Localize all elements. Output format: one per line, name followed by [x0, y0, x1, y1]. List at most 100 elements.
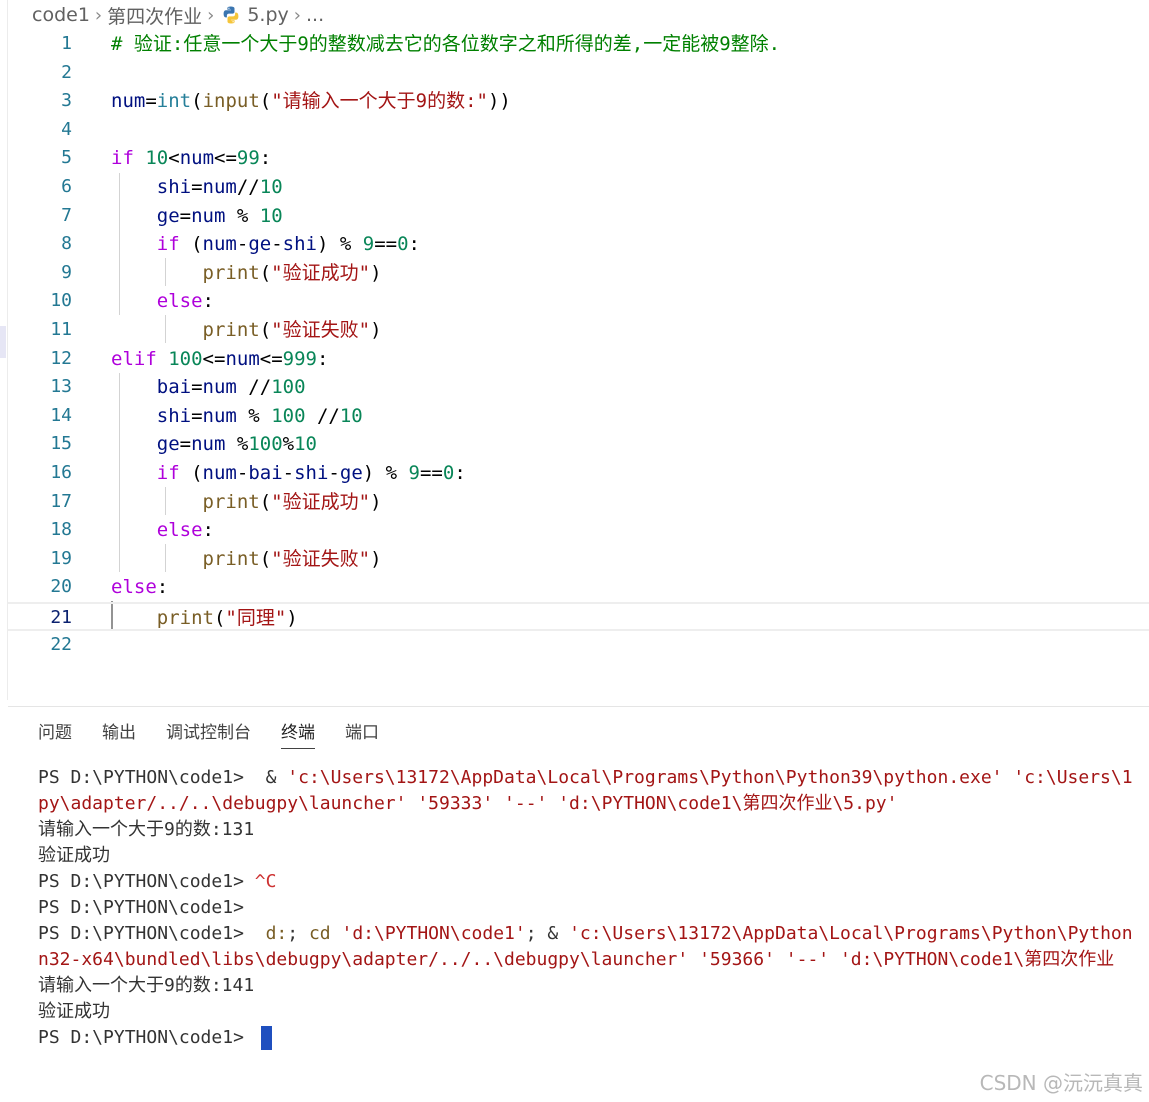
- code-token: shi: [282, 233, 317, 256]
- code-token: <=: [202, 347, 226, 370]
- code-token: ge: [111, 204, 180, 227]
- code-token: "验证成功": [271, 261, 371, 284]
- code-token: -: [236, 462, 249, 484]
- terminal-segment: ;: [287, 923, 309, 944]
- code-line[interactable]: 18 else:: [8, 516, 1149, 545]
- code-token: :: [454, 462, 466, 484]
- terminal-output[interactable]: PS D:\PYTHON\code1> & 'c:\Users\13172\Ap…: [38, 765, 1149, 1051]
- code-editor[interactable]: 1 # 验证:任意一个大于9的整数减去它的各位数字之和所得的差,一定能被9整除. 2…: [8, 30, 1149, 700]
- code-line[interactable]: 4: [8, 116, 1149, 145]
- terminal-segment: PS D:\PYTHON\code1>: [38, 1027, 255, 1048]
- code-line[interactable]: 20 else:: [8, 573, 1149, 602]
- code-line[interactable]: 2: [8, 59, 1149, 88]
- line-number: 6: [61, 176, 72, 197]
- terminal-segment: PS D:\PYTHON\code1>: [38, 923, 266, 944]
- line-number: 10: [50, 290, 72, 312]
- code-line[interactable]: 19 print("验证失败"): [8, 545, 1149, 574]
- tab-problems[interactable]: 问题: [38, 721, 72, 749]
- code-text: else:: [111, 516, 214, 545]
- terminal-segment: &: [265, 767, 288, 788]
- code-line[interactable]: 9 print("验证成功"): [8, 259, 1149, 288]
- code-text: ge=num % 10: [111, 202, 283, 231]
- code-token: (: [259, 319, 272, 341]
- code-line[interactable]: 14 shi=num % 100 //10: [8, 402, 1149, 431]
- code-line[interactable]: 22: [8, 631, 1149, 660]
- terminal-segment: py\adapter/../..\debugpy\launcher': [38, 793, 407, 814]
- code-token: "验证失败": [271, 319, 371, 341]
- terminal-segment: n32-x64\bundled\libs\debugpy\adapter/../…: [38, 949, 689, 970]
- code-line[interactable]: 21 print("同理"): [8, 602, 1149, 631]
- code-text: print("验证失败"): [111, 545, 382, 574]
- terminal-segment: 'd:\PYTHON\code1\第四次作业: [839, 949, 1115, 970]
- code-token: ==: [419, 462, 443, 484]
- terminal-line: py\adapter/../..\debugpy\launcher' '5933…: [38, 791, 1149, 817]
- code-line[interactable]: 6 shi=num//10: [8, 173, 1149, 202]
- code-token: (: [259, 90, 272, 113]
- code-token: 999: [282, 347, 317, 370]
- code-token: 100: [248, 433, 283, 456]
- terminal-line: PS D:\PYTHON\code1>: [38, 1025, 1149, 1051]
- line-number: 5: [61, 147, 72, 169]
- code-token: "验证失败": [271, 547, 371, 570]
- code-token: num: [202, 376, 237, 399]
- tab-terminal[interactable]: 终端: [281, 721, 315, 749]
- editor-left-edge: [0, 0, 8, 700]
- code-token: if: [111, 462, 180, 484]
- breadcrumb-item-code1[interactable]: code1: [32, 4, 90, 26]
- code-line[interactable]: 5 if 10<num<=99:: [8, 144, 1149, 173]
- code-line[interactable]: 7 ge=num % 10: [8, 202, 1149, 231]
- code-token: (: [259, 547, 272, 570]
- terminal-segment: '59366': [699, 949, 775, 970]
- code-token: input: [202, 90, 260, 113]
- code-line[interactable]: 3 num=int(input("请输入一个大于9的数:")): [8, 87, 1149, 116]
- code-token: 99: [236, 147, 260, 170]
- terminal-segment: 请输入一个大于9的数:131: [38, 819, 255, 840]
- python-icon: [223, 6, 239, 24]
- terminal-line: PS D:\PYTHON\code1> d:; cd 'd:\PYTHON\co…: [38, 921, 1149, 947]
- code-line[interactable]: 1 # 验证:任意一个大于9的整数减去它的各位数字之和所得的差,一定能被9整除.: [8, 30, 1149, 59]
- code-token: (: [259, 490, 272, 513]
- breadcrumb: code1 › 第四次作业 › 5.py › ...: [32, 2, 324, 28]
- terminal-segment: PS D:\PYTHON\code1>: [38, 897, 244, 918]
- tab-output[interactable]: 输出: [102, 721, 136, 749]
- code-line[interactable]: 10 else:: [8, 287, 1149, 316]
- terminal-line: PS D:\PYTHON\code1>: [38, 895, 1149, 921]
- tab-ports[interactable]: 端口: [345, 721, 379, 749]
- code-line[interactable]: 12 elif 100<=num<=999:: [8, 345, 1149, 374]
- code-line[interactable]: 16 if (num-bai-shi-ge) % 9==0:: [8, 459, 1149, 488]
- code-text: elif 100<=num<=999:: [111, 345, 328, 374]
- code-token: if: [111, 233, 180, 256]
- code-token: print: [111, 607, 214, 629]
- breadcrumb-item-more[interactable]: ...: [306, 4, 324, 26]
- code-token: %: [236, 404, 272, 427]
- line-number: 2: [61, 61, 72, 83]
- code-line[interactable]: 13 bai=num //100: [8, 373, 1149, 402]
- code-text: else:: [111, 287, 214, 316]
- code-token: 9: [362, 233, 375, 256]
- code-token: num: [202, 233, 237, 256]
- code-token: "验证成功": [271, 490, 371, 513]
- terminal-segment: 'd:\PYTHON\code1\第四次作业\5.py': [558, 793, 898, 814]
- breadcrumb-item-folder[interactable]: 第四次作业: [107, 2, 202, 29]
- code-token: (: [191, 90, 203, 113]
- terminal-segment: '--': [504, 793, 548, 814]
- code-line[interactable]: 8 if (num-ge-shi) % 9==0:: [8, 230, 1149, 259]
- code-line[interactable]: 15 ge=num %100%10: [8, 430, 1149, 459]
- watermark: CSDN @沅沅真真: [979, 1071, 1143, 1095]
- code-token: ): [370, 547, 382, 570]
- code-line[interactable]: 17 print("验证成功"): [8, 488, 1149, 517]
- panel-tabs: 问题 输出 调试控制台 终端 端口: [38, 721, 409, 749]
- code-line[interactable]: 11 print("验证失败"): [8, 316, 1149, 345]
- terminal-segment: [688, 949, 699, 970]
- terminal-line: PS D:\PYTHON\code1> ^C: [38, 869, 1149, 895]
- code-token: (: [213, 607, 226, 629]
- line-number: 18: [50, 519, 72, 541]
- terminal-segment: 验证成功: [38, 845, 110, 866]
- code-token: :: [408, 233, 420, 256]
- breadcrumb-item-file[interactable]: 5.py: [247, 4, 288, 26]
- terminal-segment: [1003, 767, 1014, 788]
- code-token: =: [191, 176, 203, 198]
- code-token: =: [179, 433, 192, 456]
- line-number: 7: [61, 204, 72, 226]
- tab-debug-console[interactable]: 调试控制台: [166, 721, 251, 749]
